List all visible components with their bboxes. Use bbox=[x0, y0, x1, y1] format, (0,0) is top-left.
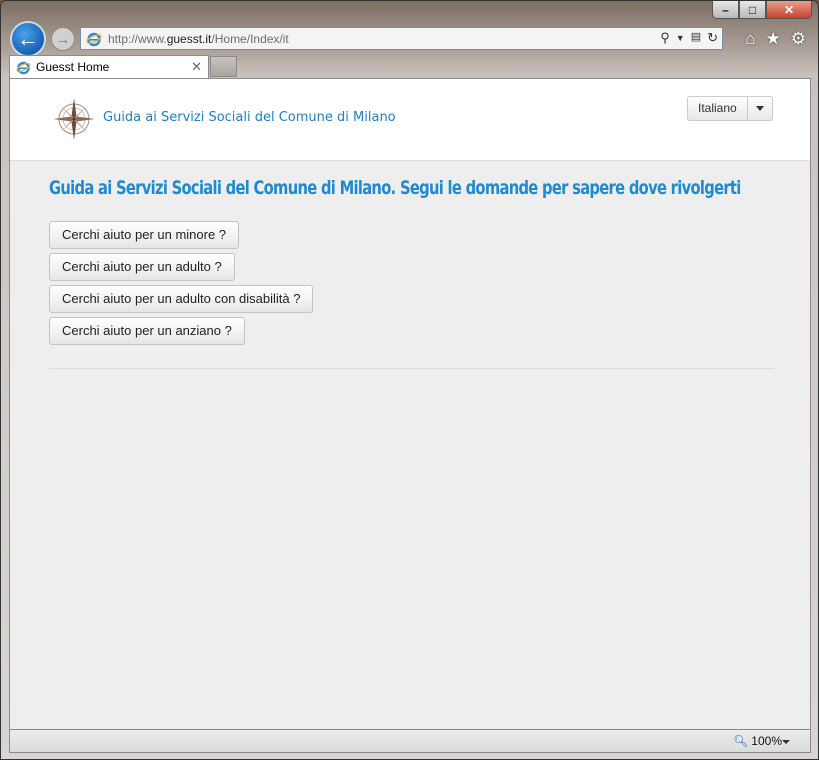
language-selector[interactable]: Italiano bbox=[687, 96, 773, 121]
question-adult-button[interactable]: Cerchi aiuto per un adulto ? bbox=[49, 253, 235, 281]
page-title: Guida ai Servizi Sociali del Comune di M… bbox=[49, 177, 741, 199]
question-disabled-adult-button[interactable]: Cerchi aiuto per un adulto con disabilit… bbox=[49, 285, 314, 313]
minimize-icon[interactable]: – bbox=[712, 1, 739, 19]
forward-button[interactable]: → bbox=[51, 27, 75, 51]
arrow-left-icon: ← bbox=[17, 26, 39, 51]
refresh-icon[interactable]: ↻ bbox=[707, 30, 718, 46]
chevron-down-icon[interactable] bbox=[748, 97, 772, 120]
dropdown-icon[interactable]: ▼ bbox=[676, 30, 685, 46]
address-bar[interactable]: http://www.guesst.it/Home/Index/it ⚲ ▼ ▤… bbox=[80, 27, 723, 50]
site-brand-link[interactable]: Guida ai Servizi Sociali del Comune di M… bbox=[103, 110, 396, 125]
language-label: Italiano bbox=[688, 97, 748, 120]
close-window-icon[interactable]: ✕ bbox=[766, 1, 812, 19]
tab-title: Guesst Home bbox=[36, 60, 110, 74]
compatibility-icon[interactable]: ▤ bbox=[691, 30, 701, 46]
ie-logo-icon bbox=[16, 61, 31, 74]
maximize-icon[interactable]: □ bbox=[739, 1, 766, 19]
zoom-level: 100% bbox=[751, 734, 782, 748]
url-text: http://www.guesst.it/Home/Index/it bbox=[108, 31, 289, 46]
compass-rose-icon bbox=[53, 98, 95, 140]
home-icon[interactable]: ⌂ bbox=[745, 29, 755, 49]
zoom-magnifier-icon: 🔍︎ bbox=[733, 734, 749, 748]
ie-logo-icon bbox=[86, 32, 102, 46]
favorites-star-icon[interactable]: ★ bbox=[766, 29, 781, 49]
arrow-right-icon: → bbox=[56, 31, 70, 47]
search-icon[interactable]: ⚲ bbox=[660, 30, 670, 46]
tab-strip: Guesst Home ✕ bbox=[9, 55, 811, 78]
page-viewport: Guida ai Servizi Sociali del Comune di M… bbox=[9, 78, 811, 730]
status-bar: 🔍︎ 100% bbox=[9, 730, 811, 753]
close-tab-icon[interactable]: ✕ bbox=[191, 59, 202, 75]
window-controls: – □ ✕ bbox=[712, 1, 812, 21]
site-header: Guida ai Servizi Sociali del Comune di M… bbox=[10, 79, 810, 161]
question-elderly-button[interactable]: Cerchi aiuto per un anziano ? bbox=[49, 317, 245, 345]
new-tab-button[interactable] bbox=[210, 56, 237, 77]
question-minor-button[interactable]: Cerchi aiuto per un minore ? bbox=[49, 221, 240, 249]
zoom-dropdown-icon[interactable] bbox=[782, 740, 790, 744]
tab-guesst-home[interactable]: Guesst Home ✕ bbox=[9, 55, 209, 78]
zoom-control[interactable]: 🔍︎ 100% bbox=[733, 734, 782, 748]
gear-icon[interactable]: ⚙ bbox=[791, 29, 806, 49]
browser-window: – □ ✕ ← → http://www.guesst.it/Home/Inde… bbox=[0, 0, 819, 760]
divider bbox=[49, 368, 774, 369]
back-button[interactable]: ← bbox=[10, 21, 46, 57]
navigation-bar: ← → http://www.guesst.it/Home/Index/it ⚲… bbox=[1, 21, 818, 57]
